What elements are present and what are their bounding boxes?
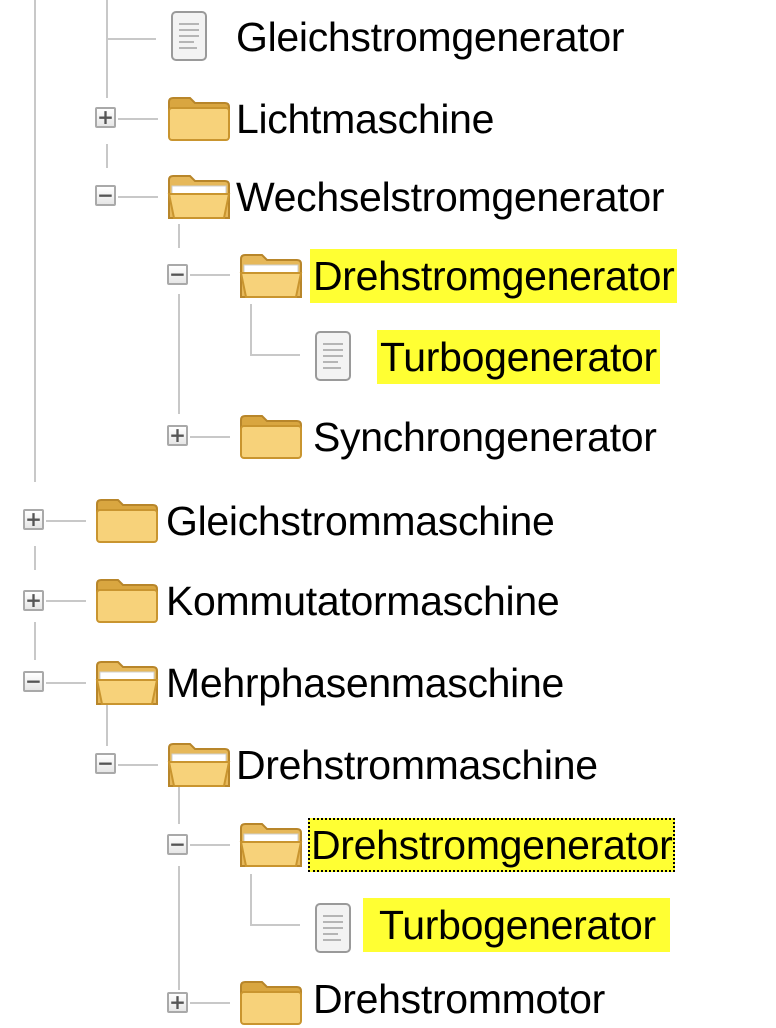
tree-item-label[interactable]: Gleichstromgenerator [233,10,627,64]
tree-line [118,764,158,766]
folder-closed-icon [168,97,230,141]
tree-line [106,38,156,40]
tree-line [178,294,180,414]
tree-line [34,0,36,482]
folder-open-icon [239,823,303,867]
collapse-toggle[interactable]: − [23,671,44,692]
tree-line [34,622,36,660]
tree-item-label[interactable]: Gleichstrommaschine [163,494,558,548]
folder-closed-icon [240,415,302,459]
collapse-toggle[interactable]: − [95,185,116,206]
folder-closed-icon [96,499,158,543]
tree-item-label[interactable]: Drehstromgenerator [310,249,678,303]
tree-line [106,704,108,746]
tree-item-label[interactable]: Turbogenerator [377,330,660,384]
tree-line [250,304,252,354]
expand-toggle[interactable]: + [167,992,188,1013]
tree-line [46,600,86,602]
tree-line [250,354,300,356]
tree-line [118,196,158,198]
tree-line [118,118,158,120]
expand-toggle[interactable]: + [23,590,44,611]
collapse-toggle[interactable]: − [95,753,116,774]
expand-toggle[interactable]: + [167,425,188,446]
tree-line [190,436,230,438]
tree-line [250,924,300,926]
folder-open-icon [167,175,231,219]
tree-line [178,224,180,248]
tree-line [190,274,230,276]
tree-line [250,874,252,924]
tree-line [46,520,86,522]
folder-closed-icon [96,579,158,623]
tree-item-label[interactable]: Drehstromgenerator [308,818,676,872]
tree-line [190,1002,230,1004]
tree-line [106,0,108,98]
tree-item-label[interactable]: Synchrongenerator [310,410,660,464]
tree-line [34,546,36,570]
tree-line [46,682,86,684]
tree-line [178,784,180,824]
tree-item-label[interactable]: Turbogenerator [363,898,670,952]
folder-open-icon [239,254,303,298]
tree-item-label[interactable]: Drehstrommaschine [233,738,601,792]
tree-item-label[interactable]: Wechselstromgenerator [233,170,667,224]
tree-line [106,144,108,168]
document-icon [171,11,207,61]
document-icon [315,331,351,381]
expand-toggle[interactable]: + [95,107,116,128]
collapse-toggle[interactable]: − [167,834,188,855]
tree-view: Gleichstromgenerator + Lichtmaschine − W… [0,0,776,1027]
tree-item-label[interactable]: Kommutatormaschine [163,574,562,628]
tree-line [190,844,230,846]
tree-item-label[interactable]: Drehstrommotor [310,972,608,1026]
folder-open-icon [95,661,159,705]
tree-item-label[interactable]: Lichtmaschine [233,92,497,146]
expand-toggle[interactable]: + [23,509,44,530]
tree-line [178,866,180,990]
folder-open-icon [167,743,231,787]
tree-item-label[interactable]: Mehrphasenmaschine [163,656,567,710]
collapse-toggle[interactable]: − [167,264,188,285]
folder-closed-icon [240,981,302,1025]
document-icon [315,903,351,953]
